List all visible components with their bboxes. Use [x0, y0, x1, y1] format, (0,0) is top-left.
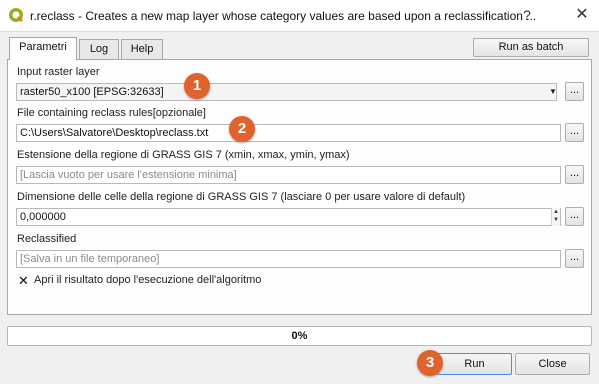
rules-file-field[interactable]: C:\Users\Salvatore\Desktop\reclass.txt: [16, 124, 561, 142]
tab-parametri[interactable]: Parametri: [9, 37, 77, 60]
close-button[interactable]: Close: [515, 353, 590, 375]
input-raster-browse-button[interactable]: ...: [565, 82, 584, 101]
open-output-label: Apri il risultato dopo l'esecuzione dell…: [34, 274, 262, 286]
cell-size-field[interactable]: 0,000000: [16, 208, 561, 226]
parameters-panel: Input raster layer raster50_x100 [EPSG:3…: [7, 59, 592, 315]
help-button[interactable]: ?: [514, 4, 540, 26]
title-bar: r.reclass - Creates a new map layer whos…: [0, 0, 599, 31]
close-window-button[interactable]: ✕: [569, 4, 595, 26]
cell-size-label: Dimensione delle celle della regione di …: [17, 191, 466, 203]
chevron-down-icon[interactable]: ▼: [548, 83, 558, 101]
open-output-checkbox[interactable]: ✕: [17, 274, 30, 287]
dialog-body: Parametri Log Help Run as batch process.…: [0, 31, 599, 384]
spin-down-icon[interactable]: ▼: [552, 216, 560, 224]
input-raster-label: Input raster layer: [17, 66, 100, 78]
annotation-badge-1: 1: [184, 73, 210, 99]
spin-up-icon[interactable]: ▲: [552, 208, 560, 216]
tab-log[interactable]: Log: [79, 39, 119, 59]
run-as-batch-button[interactable]: Run as batch process...: [473, 38, 589, 70]
reclassified-label: Reclassified: [17, 233, 77, 245]
window-title: r.reclass - Creates a new map layer whos…: [30, 9, 537, 23]
annotation-badge-2: 2: [229, 116, 255, 142]
rules-file-label: File containing reclass rules[opzionale]: [17, 107, 206, 119]
region-extent-label: Estensione della regione di GRASS GIS 7 …: [17, 149, 350, 161]
region-extent-field[interactable]: [Lascia vuoto per usare l'estensione min…: [16, 166, 561, 184]
tab-help[interactable]: Help: [121, 39, 163, 59]
cell-size-spinner[interactable]: ▲ ▼: [551, 208, 560, 226]
annotation-badge-3: 3: [417, 350, 443, 376]
progress-text: 0%: [291, 330, 308, 342]
region-extent-browse-button[interactable]: ...: [565, 165, 584, 184]
reclassified-browse-button[interactable]: ...: [565, 249, 584, 268]
qgis-app-icon: [9, 8, 23, 22]
progress-bar: 0%: [7, 326, 592, 346]
input-raster-combo[interactable]: raster50_x100 [EPSG:32633]: [16, 83, 557, 101]
reclassified-output-field[interactable]: [Salva in un file temporaneo]: [16, 250, 561, 268]
run-button[interactable]: Run: [437, 353, 512, 375]
cell-size-browse-button[interactable]: ...: [565, 207, 584, 226]
rules-file-browse-button[interactable]: ...: [565, 123, 584, 142]
